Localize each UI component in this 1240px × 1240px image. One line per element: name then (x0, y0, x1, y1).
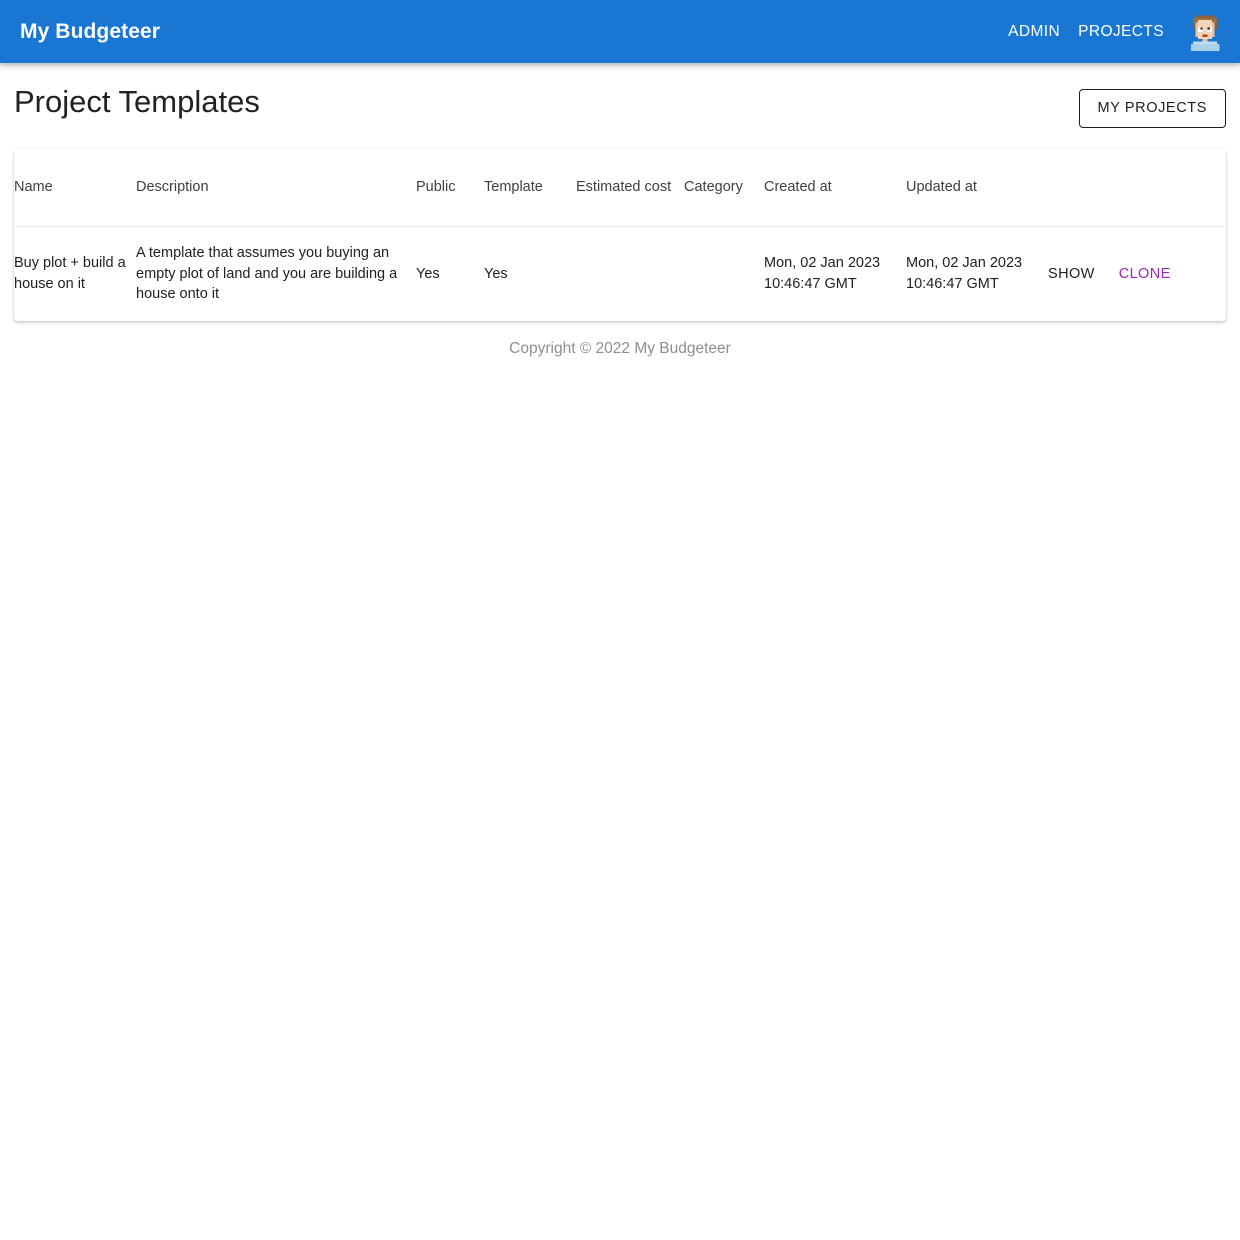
table-header: Name Description Public Template Estimat… (14, 148, 1226, 227)
cell-name: Buy plot + build a house on it (14, 255, 126, 292)
app-bar: My Budgeteer ADMIN PROJECTS (0, 0, 1240, 63)
app-brand-title: My Budgeteer (20, 20, 161, 43)
column-header-name: Name (14, 148, 136, 227)
nav-link-admin[interactable]: ADMIN (1006, 21, 1062, 43)
column-header-updated-at: Updated at (906, 148, 1048, 227)
project-templates-table: Name Description Public Template Estimat… (14, 148, 1226, 321)
nav-link-projects[interactable]: PROJECTS (1076, 21, 1166, 43)
column-header-created-at: Created at (764, 148, 906, 227)
cell-estimated-cost (576, 227, 684, 321)
row-actions: SHOW CLONE (1048, 264, 1218, 285)
show-link[interactable]: SHOW (1048, 264, 1095, 285)
column-header-actions (1048, 148, 1226, 227)
my-projects-button[interactable]: MY PROJECTS (1078, 89, 1226, 128)
column-header-category: Category (684, 148, 764, 227)
footer-copyright: Copyright © 2022 My Budgeteer (509, 339, 731, 357)
clone-link[interactable]: CLONE (1119, 264, 1171, 285)
table-header-row: Name Description Public Template Estimat… (14, 148, 1226, 227)
cell-public: Yes (416, 265, 440, 282)
templates-table-card: Name Description Public Template Estimat… (14, 148, 1226, 321)
column-header-description: Description (136, 148, 416, 227)
cell-template: Yes (484, 265, 508, 282)
cell-actions: SHOW CLONE (1048, 227, 1226, 321)
app-bar-nav: ADMIN PROJECTS (1006, 12, 1224, 51)
column-header-estimated-cost: Estimated cost (576, 148, 684, 227)
user-avatar-icon[interactable] (1186, 12, 1224, 51)
cell-created-at: Mon, 02 Jan 2023 10:46:47 GMT (764, 255, 881, 292)
column-header-public: Public (416, 148, 484, 227)
page-header: Project Templates MY PROJECTS (0, 63, 1240, 128)
column-header-template: Template (484, 148, 576, 227)
page-title: Project Templates (14, 84, 260, 119)
table-body: Buy plot + build a house on it A templat… (14, 227, 1226, 321)
table-row: Buy plot + build a house on it A templat… (14, 227, 1226, 321)
cell-updated-at: Mon, 02 Jan 2023 10:46:47 GMT (906, 255, 1023, 292)
cell-category (684, 227, 764, 321)
cell-description: A template that assumes you buying an em… (136, 245, 398, 303)
